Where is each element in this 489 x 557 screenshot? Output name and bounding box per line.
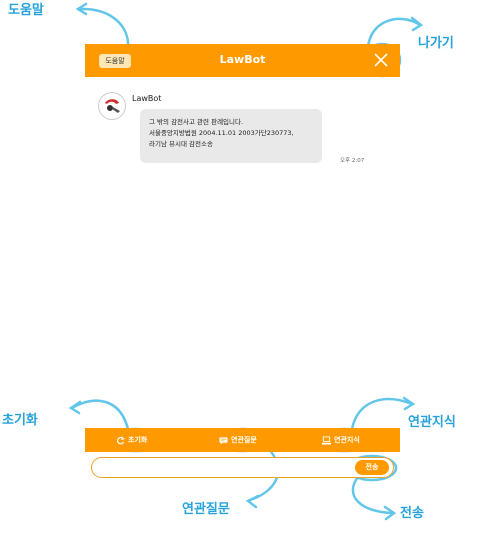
bottom-toolbar: 초기화 연관질문 연관지식 <box>85 428 400 452</box>
close-button[interactable] <box>372 51 390 69</box>
message-line: 라기남 뷰시대 감전소송 <box>149 140 213 148</box>
message-time: 오후 2:07 <box>340 158 365 164</box>
callout-reset: 초기화 <box>2 413 38 428</box>
callout-exit: 나가기 <box>418 36 454 51</box>
reset-label: 초기화 <box>128 436 148 444</box>
chat-bubble-icon <box>219 436 228 445</box>
lawbot-logo-icon <box>100 94 124 118</box>
bot-message-bubble: 그 밖의 감전사고 관련 판례입니다. 서울중앙지방법원 2004.11.01 … <box>140 109 322 163</box>
reset-button[interactable]: 초기화 <box>116 433 147 447</box>
send-button[interactable]: 전송 <box>355 460 389 475</box>
chat-header: 도움말 LawBot <box>85 44 400 77</box>
callout-help: 도움말 <box>8 3 44 18</box>
close-icon <box>374 53 388 67</box>
bot-name: LawBot <box>132 94 162 103</box>
related-knowledge-button[interactable]: 연관지식 <box>322 433 360 447</box>
refresh-icon <box>117 435 125 444</box>
callout-send: 전송 <box>400 506 424 521</box>
message-line: 서울중앙지방법원 2004.11.01 2003가단230773, <box>149 129 294 137</box>
message-input[interactable] <box>91 457 394 478</box>
bot-avatar <box>98 92 126 120</box>
callout-related-questions: 연관질문 <box>182 502 230 517</box>
callout-related-knowledge: 연관지식 <box>408 415 456 430</box>
related-questions-label: 연관질문 <box>231 436 257 444</box>
related-knowledge-label: 연관지식 <box>334 436 360 444</box>
message-line: 그 밖의 감전사고 관련 판례입니다. <box>149 118 244 126</box>
chat-title: LawBot <box>219 53 266 66</box>
related-questions-button[interactable]: 연관질문 <box>219 433 257 447</box>
monitor-icon <box>322 435 331 445</box>
